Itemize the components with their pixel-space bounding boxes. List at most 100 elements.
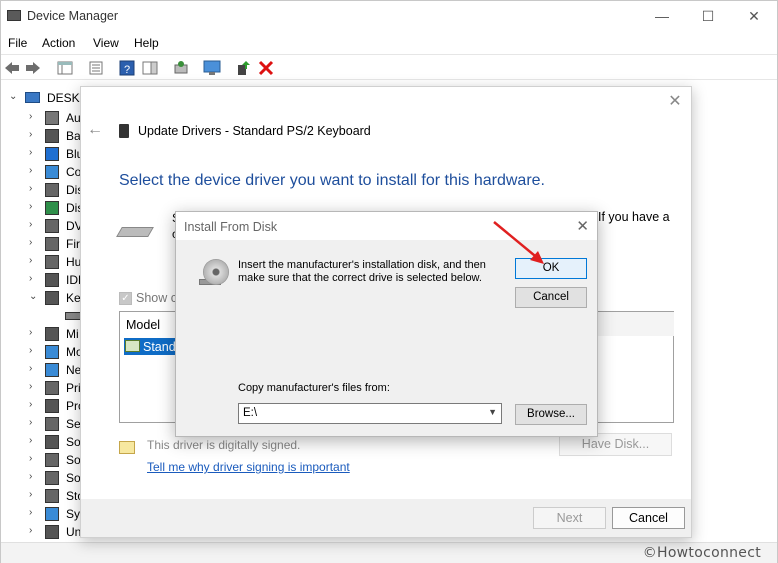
install-disk-icon — [203, 259, 229, 285]
annotation-arrow-icon — [493, 221, 544, 264]
watermark: ©Howtoconnect — [642, 545, 761, 561]
tree-item[interactable]: › Sof — [1, 451, 84, 469]
update-dialog-close-button[interactable]: ✕ — [665, 91, 685, 111]
sound-icon — [45, 471, 59, 485]
minimize-button[interactable]: — — [639, 1, 685, 31]
chevron-right-icon[interactable]: › — [29, 399, 39, 410]
update-driver-icon[interactable] — [234, 59, 252, 77]
show-hide-console-tree-icon[interactable] — [56, 59, 74, 77]
driver-icon — [125, 340, 140, 352]
tree-item[interactable]: › Blu — [1, 145, 83, 163]
chevron-right-icon[interactable]: › — [29, 147, 39, 158]
tree-item[interactable]: › Dis — [1, 199, 83, 217]
chevron-right-icon[interactable]: › — [29, 453, 39, 464]
chevron-right-icon[interactable]: › — [29, 183, 39, 194]
monitor-toolbar-icon[interactable] — [203, 59, 221, 77]
system-device-icon — [45, 507, 59, 521]
audio-icon — [45, 111, 59, 125]
chevron-right-icon[interactable]: › — [29, 345, 39, 356]
processor-icon — [45, 399, 59, 413]
scan-hardware-icon[interactable] — [172, 59, 190, 77]
chevron-right-icon[interactable]: › — [29, 255, 39, 266]
source-path-value: E:\ — [243, 407, 258, 419]
chevron-right-icon[interactable]: › — [29, 471, 39, 482]
tree-item[interactable]: › Sou — [1, 469, 87, 487]
install-cancel-button[interactable]: Cancel — [515, 287, 587, 308]
tree-item[interactable]: › Hu — [1, 253, 81, 271]
menu-file[interactable]: File — [8, 36, 27, 50]
chevron-right-icon[interactable]: › — [29, 489, 39, 500]
chevron-right-icon[interactable]: › — [29, 129, 39, 140]
back-arrow-icon[interactable] — [3, 59, 21, 77]
battery-icon — [45, 129, 59, 143]
chevron-right-icon[interactable]: › — [29, 363, 39, 374]
window-title: Device Manager — [27, 9, 119, 23]
menu-action[interactable]: Action — [42, 36, 75, 50]
tree-item[interactable]: › Sof — [1, 433, 84, 451]
tree-item[interactable]: › Dis — [1, 181, 83, 199]
display-adapter-icon — [45, 201, 59, 215]
tree-item[interactable]: › Co — [1, 163, 81, 181]
next-button[interactable]: Next — [533, 507, 606, 529]
chevron-right-icon[interactable]: › — [29, 111, 39, 122]
menu-view[interactable]: View — [93, 36, 119, 50]
properties-icon[interactable] — [87, 59, 105, 77]
tree-item[interactable]: › Un — [1, 523, 81, 541]
tree-item[interactable]: › Bat — [1, 127, 84, 145]
tree-item-label: Fir — [66, 237, 80, 251]
chevron-right-icon[interactable]: › — [29, 237, 39, 248]
tree-item[interactable]: › Sto — [1, 487, 84, 505]
install-dialog-title: Install From Disk — [184, 220, 278, 234]
signed-status-text: This driver is digitally signed. — [147, 438, 301, 452]
close-button[interactable]: ✕ — [731, 1, 777, 31]
install-dialog-close-button[interactable]: ✕ — [576, 217, 589, 235]
model-column-header: Model — [126, 318, 161, 332]
chevron-down-icon[interactable]: ⌄ — [9, 91, 17, 102]
chevron-right-icon[interactable]: › — [29, 273, 39, 284]
tree-item[interactable]: › Mi — [1, 325, 81, 343]
model-list-item-selected[interactable]: Standa — [124, 338, 183, 355]
chevron-right-icon[interactable]: › — [29, 507, 39, 518]
tree-item[interactable]: › Sec — [1, 415, 87, 433]
tree-item[interactable]: › Au — [1, 109, 81, 127]
browse-button[interactable]: Browse... — [515, 404, 587, 425]
help-icon[interactable]: ? — [118, 59, 136, 77]
chevron-right-icon[interactable]: › — [29, 381, 39, 392]
title-bar[interactable]: Device Manager — ☐ ✕ — [1, 1, 777, 31]
minimize-icon: — — [655, 8, 669, 24]
source-path-combobox[interactable]: E:\ ▼ — [238, 403, 502, 424]
tree-item[interactable]: › Pro — [1, 397, 85, 415]
keyboard-device-icon — [65, 312, 81, 320]
tree-item[interactable] — [1, 307, 81, 325]
chevron-right-icon[interactable]: › — [29, 417, 39, 428]
tree-item[interactable]: › Ne — [1, 361, 81, 379]
tree-item[interactable]: › Mo — [1, 343, 83, 361]
action-pane-icon[interactable] — [141, 59, 159, 77]
chevron-right-icon[interactable]: › — [29, 165, 39, 176]
tree-item[interactable]: › IDE — [1, 271, 86, 289]
maximize-button[interactable]: ☐ — [685, 1, 731, 31]
tree-item[interactable]: › Fir — [1, 235, 81, 253]
tree-item[interactable]: › Sys — [1, 505, 86, 523]
driver-signing-link[interactable]: Tell me why driver signing is important — [147, 460, 350, 474]
menu-bar: File Action View Help — [1, 33, 777, 53]
close-icon: ✕ — [748, 7, 760, 24]
tree-item[interactable]: › DV — [1, 217, 83, 235]
signed-driver-icon — [119, 441, 135, 454]
svg-text:?: ? — [124, 64, 130, 76]
update-cancel-button[interactable]: Cancel — [612, 507, 685, 529]
uninstall-device-icon[interactable] — [257, 59, 275, 77]
menu-help[interactable]: Help — [134, 36, 159, 50]
forward-arrow-icon[interactable] — [24, 59, 42, 77]
chevron-right-icon[interactable]: › — [29, 525, 39, 536]
chevron-down-icon[interactable]: ⌄ — [29, 291, 39, 302]
chevron-right-icon[interactable]: › — [29, 327, 39, 338]
maximize-icon: ☐ — [701, 7, 715, 24]
chevron-right-icon[interactable]: › — [29, 435, 39, 446]
chevron-right-icon[interactable]: › — [29, 219, 39, 230]
chevron-right-icon[interactable]: › — [29, 201, 39, 212]
back-button[interactable]: ← — [87, 121, 103, 139]
tree-item[interactable]: ⌄ Key — [1, 289, 87, 307]
chevron-down-icon[interactable]: ▼ — [488, 407, 497, 417]
tree-item[interactable]: › Pri — [1, 379, 81, 397]
